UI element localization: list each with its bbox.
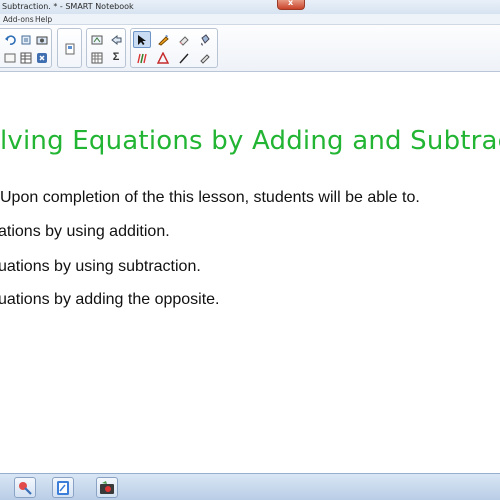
- notebook-page[interactable]: lving Equations by Adding and Subtrac Up…: [0, 72, 500, 473]
- close-icon: x: [288, 0, 294, 7]
- magic-pen-icon[interactable]: [107, 31, 125, 48]
- shapes-icon[interactable]: [154, 49, 172, 66]
- fill-icon[interactable]: [196, 31, 214, 48]
- sigma-icon[interactable]: Σ: [107, 49, 125, 66]
- window-title: Subtraction. * - SMART Notebook: [2, 2, 134, 11]
- window-title-bar: Subtraction. * - SMART Notebook x: [0, 0, 500, 14]
- menu-item-help[interactable]: Help: [35, 14, 52, 25]
- pen-icon[interactable]: [154, 31, 172, 48]
- table-insert-icon[interactable]: [88, 49, 106, 66]
- toolbar-group-draw: [130, 28, 218, 68]
- page-sorter-icon[interactable]: [61, 40, 79, 57]
- delete-icon[interactable]: [33, 49, 51, 66]
- menu-bar: Add-ons Help: [0, 14, 500, 25]
- lesson-objective-intro: Upon completion of the this lesson, stud…: [0, 189, 420, 206]
- creative-pens-icon[interactable]: [133, 49, 151, 66]
- menu-item-add-ons[interactable]: Add-ons: [3, 14, 34, 25]
- toolbar-group-file: [0, 28, 52, 68]
- lesson-objective-item: ations by using addition.: [0, 223, 170, 240]
- select-icon[interactable]: [133, 31, 151, 48]
- lesson-objective-item: uations by using subtraction.: [0, 258, 201, 275]
- page-title: lving Equations by Adding and Subtrac: [0, 126, 500, 156]
- notebook-app-icon[interactable]: [52, 477, 74, 498]
- properties-icon[interactable]: [196, 49, 214, 66]
- window-close-button[interactable]: x: [277, 0, 305, 10]
- main-toolbar: Σ: [0, 25, 500, 72]
- lesson-objective-item: uations by adding the opposite.: [0, 291, 220, 308]
- recorder-icon[interactable]: [96, 477, 118, 498]
- toolbar-group-insert: [57, 28, 82, 68]
- toolbar-group-tools: Σ: [86, 28, 126, 68]
- taskbar: [0, 473, 500, 500]
- eraser-icon[interactable]: [175, 31, 193, 48]
- capture-icon[interactable]: [88, 31, 106, 48]
- smart-tools-icon[interactable]: [14, 477, 36, 498]
- lines-icon[interactable]: [175, 49, 193, 66]
- view-icon[interactable]: [33, 31, 51, 48]
